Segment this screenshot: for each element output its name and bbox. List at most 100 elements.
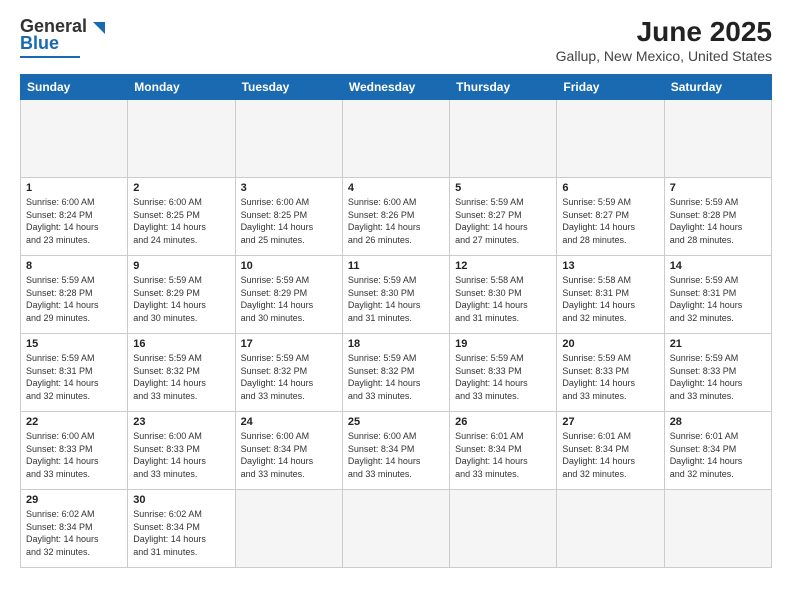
title-block: June 2025 Gallup, New Mexico, United Sta…	[556, 16, 772, 64]
day-info: Sunrise: 6:00 AM Sunset: 8:33 PM Dayligh…	[26, 430, 122, 480]
table-row: 19 Sunrise: 5:59 AM Sunset: 8:33 PM Dayli…	[450, 334, 557, 412]
calendar-week-row: 15 Sunrise: 5:59 AM Sunset: 8:31 PM Dayli…	[21, 334, 772, 412]
day-info: Sunrise: 6:01 AM Sunset: 8:34 PM Dayligh…	[670, 430, 766, 480]
day-number: 24	[241, 416, 337, 428]
table-row: 5 Sunrise: 5:59 AM Sunset: 8:27 PM Daylig…	[450, 178, 557, 256]
table-row: 7Sunrise: 5:59 AM Sunset: 8:28 PM Daylig…	[664, 178, 771, 256]
logo-blue: Blue	[20, 33, 59, 54]
table-row	[664, 490, 771, 568]
subtitle: Gallup, New Mexico, United States	[556, 48, 772, 64]
table-row	[235, 490, 342, 568]
table-row	[128, 100, 235, 178]
day-number: 29	[26, 494, 122, 506]
day-info: Sunrise: 6:01 AM Sunset: 8:34 PM Dayligh…	[562, 430, 658, 480]
table-row	[664, 100, 771, 178]
table-row	[557, 100, 664, 178]
day-info: Sunrise: 5:59 AM Sunset: 8:31 PM Dayligh…	[26, 352, 122, 402]
th-wednesday: Wednesday	[342, 75, 449, 100]
main-title: June 2025	[556, 16, 772, 48]
table-row: 15 Sunrise: 5:59 AM Sunset: 8:31 PM Dayli…	[21, 334, 128, 412]
table-row	[21, 100, 128, 178]
day-info: Sunrise: 6:02 AM Sunset: 8:34 PM Dayligh…	[133, 508, 229, 558]
day-info: Sunrise: 5:59 AM Sunset: 8:29 PM Dayligh…	[133, 274, 229, 324]
th-thursday: Thursday	[450, 75, 557, 100]
calendar-week-row	[21, 100, 772, 178]
table-row	[557, 490, 664, 568]
table-row: 26Sunrise: 6:01 AM Sunset: 8:34 PM Dayli…	[450, 412, 557, 490]
day-number: 11	[348, 260, 444, 272]
day-number: 9	[133, 260, 229, 272]
day-number: 3	[241, 182, 337, 194]
day-info: Sunrise: 6:00 AM Sunset: 8:24 PM Dayligh…	[26, 196, 122, 246]
day-number: 19	[455, 338, 551, 350]
table-row: 14 Sunrise: 5:59 AM Sunset: 8:31 PM Dayli…	[664, 256, 771, 334]
day-number: 21	[670, 338, 766, 350]
day-number: 6	[562, 182, 658, 194]
table-row: 13Sunrise: 5:58 AM Sunset: 8:31 PM Dayli…	[557, 256, 664, 334]
table-row	[450, 100, 557, 178]
day-info: Sunrise: 5:58 AM Sunset: 8:30 PM Dayligh…	[455, 274, 551, 324]
day-info: Sunrise: 6:00 AM Sunset: 8:26 PM Dayligh…	[348, 196, 444, 246]
table-row: 28 Sunrise: 6:01 AM Sunset: 8:34 PM Dayli…	[664, 412, 771, 490]
day-info: Sunrise: 5:59 AM Sunset: 8:28 PM Dayligh…	[26, 274, 122, 324]
day-number: 10	[241, 260, 337, 272]
day-number: 16	[133, 338, 229, 350]
day-number: 4	[348, 182, 444, 194]
table-row: 2 Sunrise: 6:00 AM Sunset: 8:25 PM Daylig…	[128, 178, 235, 256]
day-info: Sunrise: 5:59 AM Sunset: 8:27 PM Dayligh…	[455, 196, 551, 246]
day-info: Sunrise: 5:59 AM Sunset: 8:33 PM Dayligh…	[562, 352, 658, 402]
day-number: 28	[670, 416, 766, 428]
table-row: 16 Sunrise: 5:59 AM Sunset: 8:32 PM Dayli…	[128, 334, 235, 412]
table-row: 3Sunrise: 6:00 AM Sunset: 8:25 PM Daylig…	[235, 178, 342, 256]
day-info: Sunrise: 5:59 AM Sunset: 8:31 PM Dayligh…	[670, 274, 766, 324]
table-row: 12 Sunrise: 5:58 AM Sunset: 8:30 PM Dayli…	[450, 256, 557, 334]
table-row: 25Sunrise: 6:00 AM Sunset: 8:34 PM Dayli…	[342, 412, 449, 490]
day-info: Sunrise: 5:59 AM Sunset: 8:32 PM Dayligh…	[348, 352, 444, 402]
header: General Blue June 2025 Gallup, New Mexic…	[20, 16, 772, 64]
table-row: 20 Sunrise: 5:59 AM Sunset: 8:33 PM Dayli…	[557, 334, 664, 412]
th-tuesday: Tuesday	[235, 75, 342, 100]
day-number: 17	[241, 338, 337, 350]
day-info: Sunrise: 5:58 AM Sunset: 8:31 PM Dayligh…	[562, 274, 658, 324]
calendar-table: Sunday Monday Tuesday Wednesday Thursday…	[20, 74, 772, 568]
day-number: 14	[670, 260, 766, 272]
table-row: 11 Sunrise: 5:59 AM Sunset: 8:30 PM Dayli…	[342, 256, 449, 334]
day-number: 27	[562, 416, 658, 428]
day-info: Sunrise: 6:02 AM Sunset: 8:34 PM Dayligh…	[26, 508, 122, 558]
day-number: 15	[26, 338, 122, 350]
day-info: Sunrise: 6:00 AM Sunset: 8:25 PM Dayligh…	[133, 196, 229, 246]
day-number: 23	[133, 416, 229, 428]
calendar-week-row: 1Sunrise: 6:00 AM Sunset: 8:24 PM Daylig…	[21, 178, 772, 256]
day-number: 12	[455, 260, 551, 272]
day-number: 30	[133, 494, 229, 506]
th-friday: Friday	[557, 75, 664, 100]
day-info: Sunrise: 5:59 AM Sunset: 8:33 PM Dayligh…	[455, 352, 551, 402]
table-row: 8Sunrise: 5:59 AM Sunset: 8:28 PM Daylig…	[21, 256, 128, 334]
th-monday: Monday	[128, 75, 235, 100]
day-number: 22	[26, 416, 122, 428]
table-row: 10 Sunrise: 5:59 AM Sunset: 8:29 PM Dayli…	[235, 256, 342, 334]
logo-line	[20, 56, 80, 58]
day-number: 20	[562, 338, 658, 350]
table-row: 24Sunrise: 6:00 AM Sunset: 8:34 PM Dayli…	[235, 412, 342, 490]
calendar-week-row: 8Sunrise: 5:59 AM Sunset: 8:28 PM Daylig…	[21, 256, 772, 334]
day-number: 5	[455, 182, 551, 194]
table-row: 30 Sunrise: 6:02 AM Sunset: 8:34 PM Dayli…	[128, 490, 235, 568]
day-number: 18	[348, 338, 444, 350]
day-info: Sunrise: 5:59 AM Sunset: 8:33 PM Dayligh…	[670, 352, 766, 402]
calendar-week-row: 22 Sunrise: 6:00 AM Sunset: 8:33 PM Dayli…	[21, 412, 772, 490]
day-info: Sunrise: 6:00 AM Sunset: 8:33 PM Dayligh…	[133, 430, 229, 480]
table-row: 22 Sunrise: 6:00 AM Sunset: 8:33 PM Dayli…	[21, 412, 128, 490]
day-number: 2	[133, 182, 229, 194]
day-info: Sunrise: 5:59 AM Sunset: 8:30 PM Dayligh…	[348, 274, 444, 324]
day-info: Sunrise: 5:59 AM Sunset: 8:29 PM Dayligh…	[241, 274, 337, 324]
day-info: Sunrise: 5:59 AM Sunset: 8:32 PM Dayligh…	[133, 352, 229, 402]
calendar-week-row: 29 Sunrise: 6:02 AM Sunset: 8:34 PM Dayli…	[21, 490, 772, 568]
page: General Blue June 2025 Gallup, New Mexic…	[0, 0, 792, 612]
calendar-header-row: Sunday Monday Tuesday Wednesday Thursday…	[21, 75, 772, 100]
logo-triangle-icon	[87, 18, 105, 36]
th-sunday: Sunday	[21, 75, 128, 100]
table-row: 23 Sunrise: 6:00 AM Sunset: 8:33 PM Dayli…	[128, 412, 235, 490]
day-number: 7	[670, 182, 766, 194]
table-row: 17Sunrise: 5:59 AM Sunset: 8:32 PM Dayli…	[235, 334, 342, 412]
